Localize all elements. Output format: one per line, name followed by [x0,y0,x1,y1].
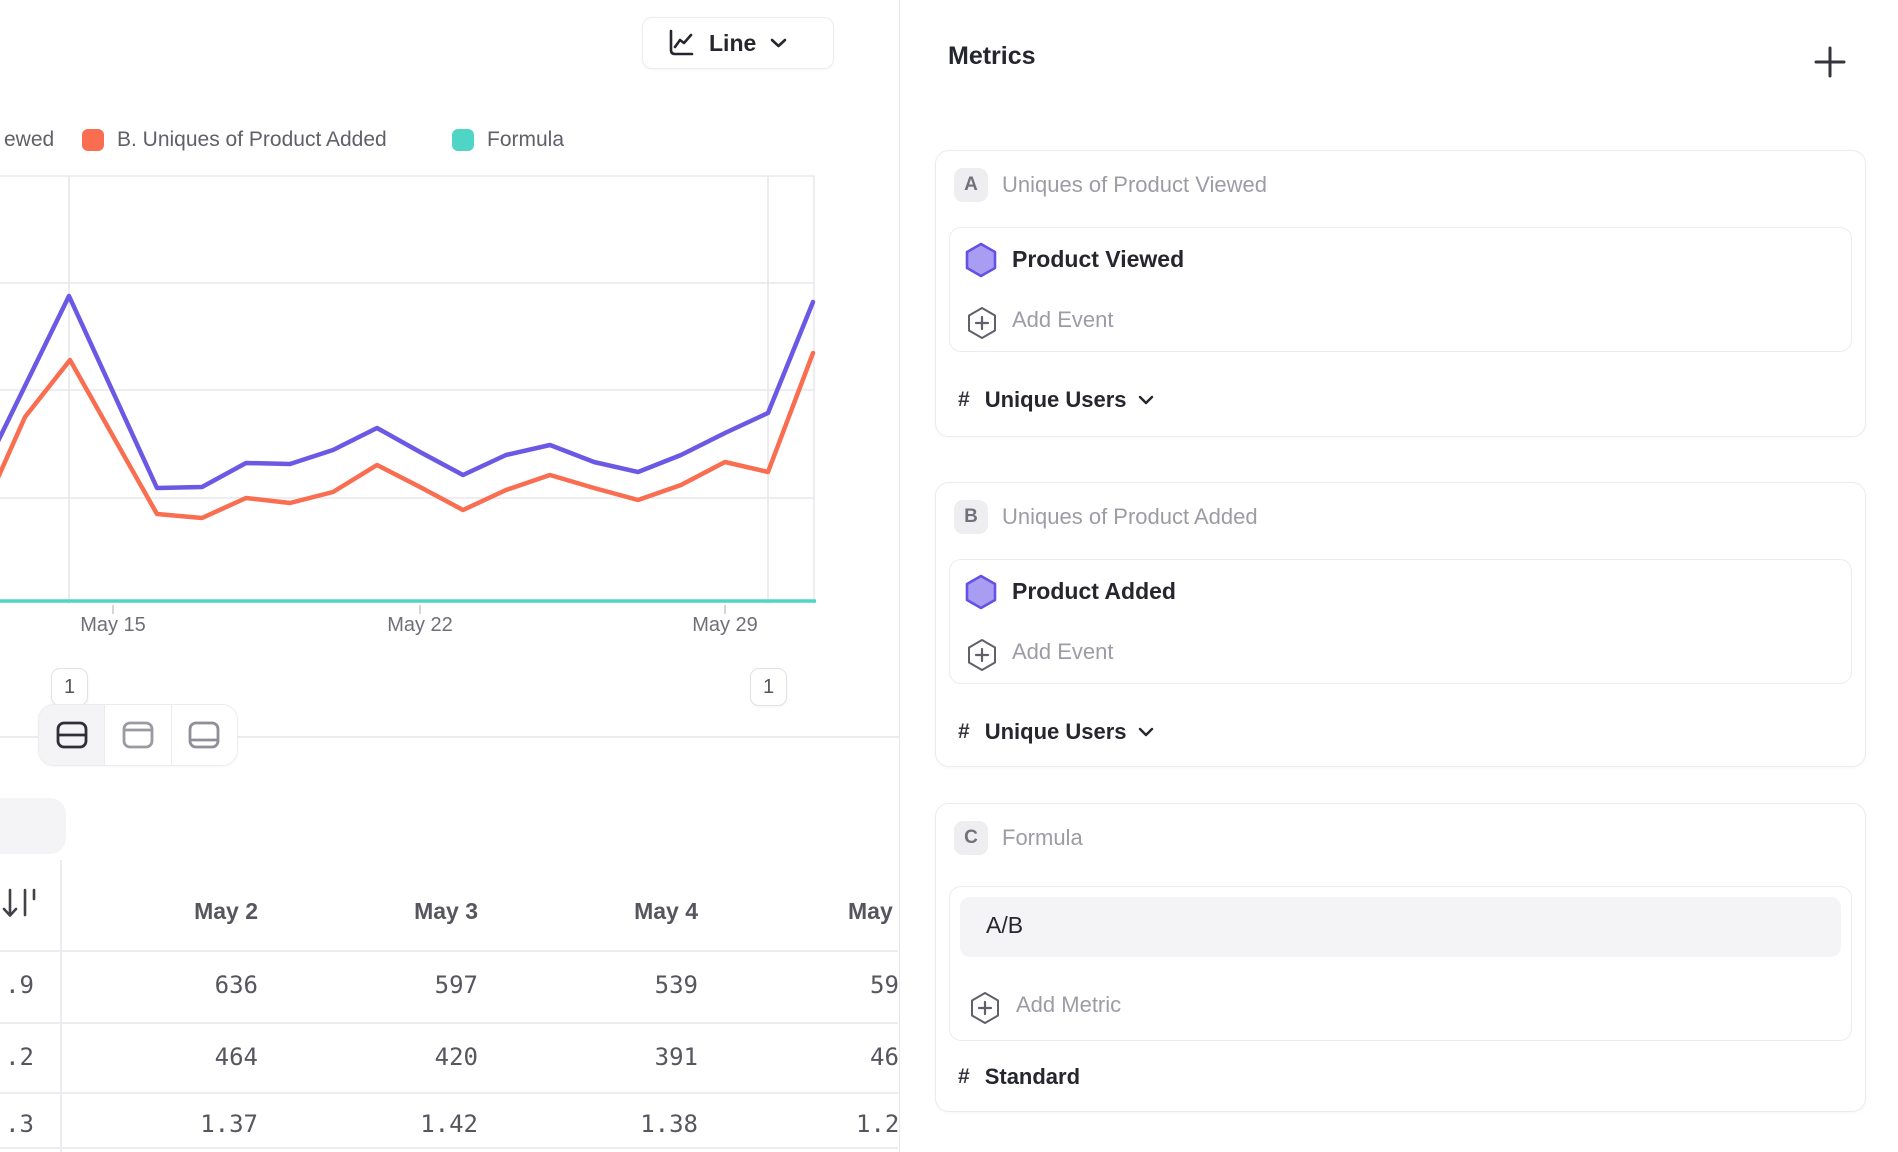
table-cell-truncated: .3 [0,1109,34,1139]
panel-title: Metrics [948,42,1036,71]
metric-badge: A [954,168,988,202]
hash-icon: # [958,1065,970,1089]
formula-type-row[interactable]: # Standard [958,1062,1080,1092]
row-divider [0,1147,898,1149]
add-event-hexagon-icon [965,637,999,673]
legend-swatch-b [82,129,104,151]
layout-chart-only-button[interactable] [104,705,171,765]
table-cell: 539 [538,970,698,1000]
table-cell: 1.38 [538,1109,698,1139]
row-divider [0,1022,898,1024]
event-box: Product Viewed Add Event [949,227,1852,352]
column-header[interactable]: May 4 [538,896,698,926]
row-divider [0,1092,898,1094]
chevron-down-icon [770,38,787,48]
table-cell: 1.37 [98,1109,258,1139]
aggregation-dropdown[interactable]: # Unique Users [958,717,1154,747]
add-metric-hexagon-icon [968,990,1002,1026]
split-layout-icon [56,721,88,749]
annotation-chip[interactable]: 1 [750,668,787,706]
aggregation-label: Unique Users [985,387,1127,413]
formula-value: A/B [986,912,1023,939]
legend-item-formula[interactable]: Formula [487,127,564,153]
table-cell: 464 [98,1042,258,1072]
hash-icon: # [958,720,970,744]
table-cell: 636 [98,970,258,1000]
metric-title[interactable]: Formula [1002,824,1083,852]
table-cell-truncated: .9 [0,970,34,1000]
breakdown-table: May 2 May 3 May 4 May .9 636 597 539 59 … [0,860,898,1152]
table-cell-truncated: 46 [870,1042,898,1072]
column-header[interactable]: May 3 [318,896,478,926]
add-metric-plus-button[interactable] [1812,44,1848,80]
event-name: Product Added [1012,578,1176,605]
metric-badge: C [954,821,988,855]
chart-legend: ewed B. Uniques of Product Added Formula [0,127,899,155]
chevron-down-icon [1138,727,1154,737]
column-divider [60,860,62,1152]
top-layout-icon [122,721,154,749]
table-view-pill[interactable] [0,798,66,854]
metrics-panel: Metrics A Uniques of Product Viewed Prod… [900,0,1898,1152]
line-chart-icon [665,28,695,58]
column-header[interactable]: May 2 [98,896,258,926]
event-hexagon-icon [963,573,999,611]
event-selector[interactable]: Product Added [950,566,1851,618]
add-metric-label: Add Metric [1016,992,1121,1018]
x-axis-label: May 15 [33,612,193,638]
metric-title[interactable]: Uniques of Product Viewed [1002,171,1267,199]
add-event-row[interactable]: Add Event [950,630,1851,676]
row-divider [0,950,898,952]
chart-type-button[interactable]: Line [642,17,834,69]
add-event-label: Add Event [1012,307,1114,333]
column-header-truncated[interactable]: May [848,896,898,926]
x-axis-label: May 29 [645,612,805,638]
line-chart-plot[interactable] [0,160,816,620]
table-cell: 420 [318,1042,478,1072]
layout-split-button[interactable] [39,705,104,765]
add-event-row[interactable]: Add Event [950,298,1851,344]
metric-title[interactable]: Uniques of Product Added [1002,503,1258,531]
aggregation-label: Unique Users [985,719,1127,745]
legend-swatch-formula [452,129,474,151]
metric-badge: B [954,500,988,534]
table-cell-truncated: .2 [0,1042,34,1072]
chart-type-label: Line [709,30,756,57]
legend-item-b[interactable]: B. Uniques of Product Added [117,127,387,153]
formula-input[interactable]: A/B [960,897,1841,957]
aggregation-dropdown[interactable]: # Unique Users [958,385,1154,415]
event-hexagon-icon [963,241,999,279]
formula-box: A/B Add Metric [949,886,1852,1041]
metric-card-c: C Formula A/B Add Metric # Standard [935,803,1866,1112]
report-canvas: Line ewed B. Uniques of Product Added Fo… [0,0,899,1152]
metric-card-b: B Uniques of Product Added Product Added… [935,482,1866,767]
add-event-hexagon-icon [965,305,999,341]
table-cell-truncated: 59 [870,970,898,1000]
formula-type-label: Standard [985,1064,1080,1090]
bottom-layout-icon [188,721,220,749]
plus-icon [1812,44,1848,80]
table-cell-truncated: 1.2 [856,1109,898,1139]
annotation-chip[interactable]: 1 [51,668,88,706]
event-name: Product Viewed [1012,246,1184,273]
x-axis-label: May 22 [340,612,500,638]
event-selector[interactable]: Product Viewed [950,234,1851,286]
layout-table-only-button[interactable] [172,705,237,765]
sort-icon[interactable] [0,884,38,926]
analytics-app-window: Line ewed B. Uniques of Product Added Fo… [0,0,1898,1152]
table-cell: 597 [318,970,478,1000]
add-event-label: Add Event [1012,639,1114,665]
add-metric-row[interactable]: Add Metric [950,983,1851,1029]
event-box: Product Added Add Event [949,559,1852,684]
metric-card-a: A Uniques of Product Viewed Product View… [935,150,1866,437]
table-cell: 391 [538,1042,698,1072]
table-cell: 1.42 [318,1109,478,1139]
layout-toggle-group [38,704,238,766]
chevron-down-icon [1138,395,1154,405]
legend-item-a-truncated[interactable]: ewed [4,127,54,153]
hash-icon: # [958,388,970,412]
